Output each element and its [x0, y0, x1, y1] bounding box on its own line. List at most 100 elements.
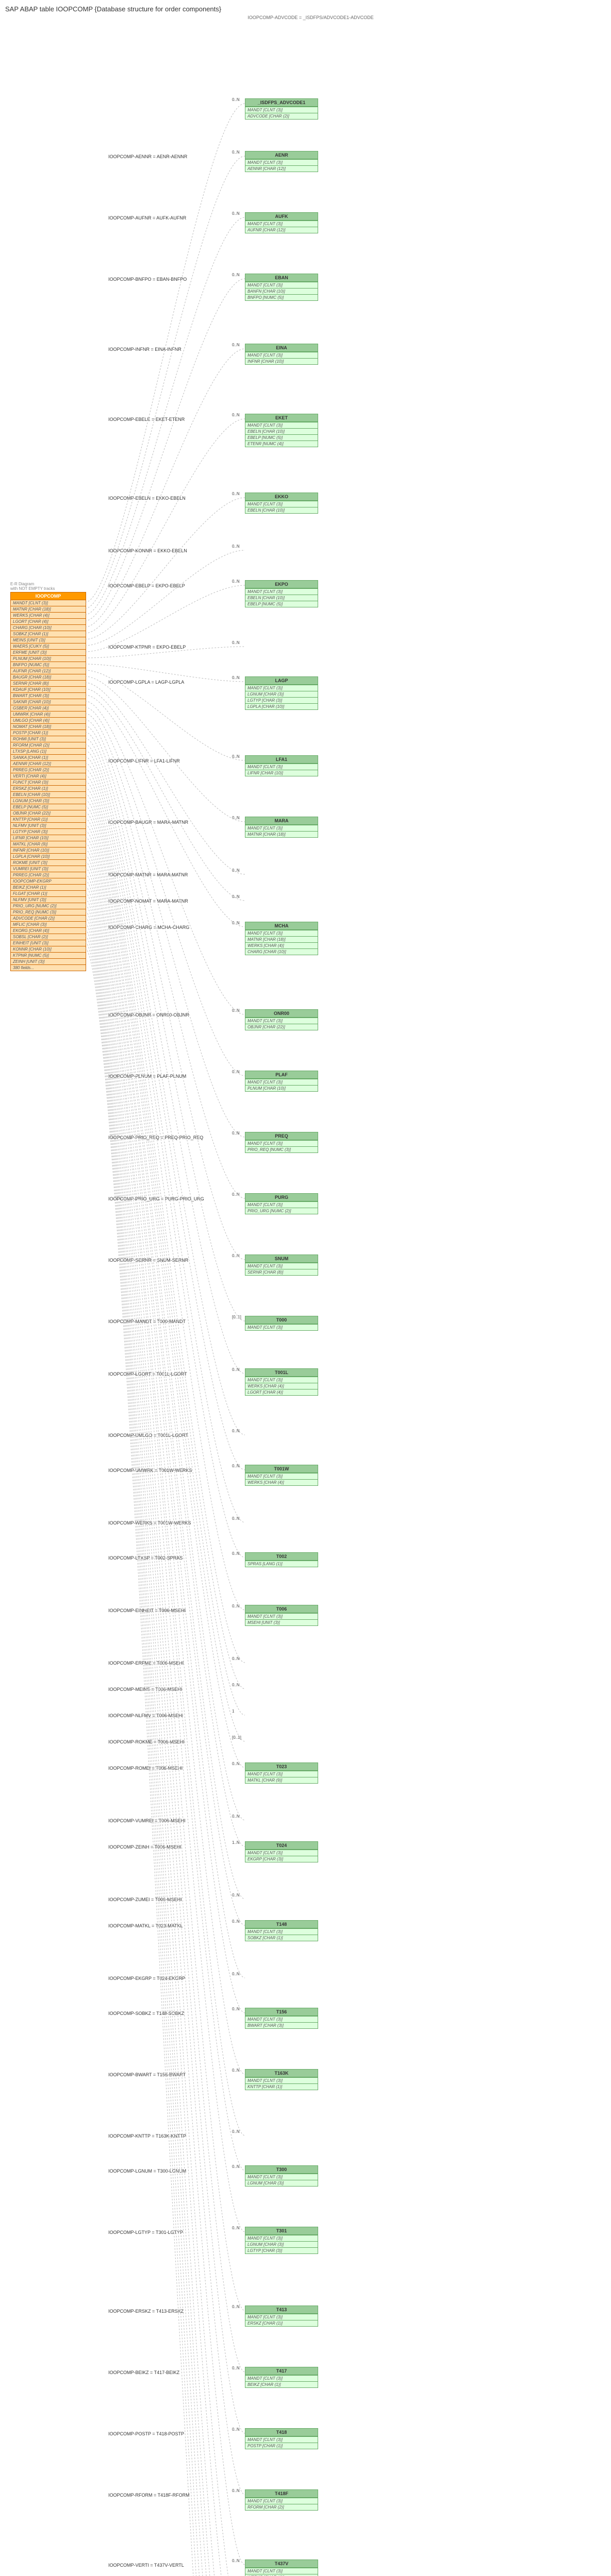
relation-label: IOOPCOMP-KONNR = EKKO-EBELN: [108, 548, 187, 553]
entity-header: T301: [245, 2227, 318, 2235]
entity-t301: T301MANDT [CLNT (3)]LGNUM [CHAR (3)]LGTY…: [245, 2227, 318, 2254]
entity-field: EBELP [NUMC (5)]: [245, 434, 318, 440]
entity-field: EKGRP [CHAR (3)]: [245, 1856, 318, 1862]
entity-field: CHARG [CHAR (10)]: [245, 948, 318, 955]
entity-eina: EINAMANDT [CLNT (3)]INFNR [CHAR (10)]: [245, 344, 318, 365]
entity-preq: PREQMANDT [CLNT (3)]PRIO_REQ [NUMC (3)]: [245, 1132, 318, 1153]
entity-field: PRIO_REQ [NUMC (3)]: [11, 909, 86, 915]
relation-label: IOOPCOMP-RFORM = T418F-RFORM: [108, 2493, 190, 2498]
cardinality-label: 0..N: [232, 921, 240, 925]
relation-label: IOOPCOMP-ZUMEI = T006-MSEHI: [108, 1897, 182, 1902]
entity-field: NLFMV [UNIT (3)]: [11, 896, 86, 903]
entity-field: ADVCODE [CHAR (2)]: [11, 915, 86, 921]
relation-label: IOOPCOMP-EINHEIT = T006-MSEHI: [108, 1608, 186, 1613]
cardinality-label: 0..N: [232, 675, 240, 680]
entity-field: MATKL [CHAR (9)]: [245, 1777, 318, 1783]
entity-field: MATNR [CHAR (18)]: [245, 936, 318, 942]
relation-label: IOOPCOMP-MANDT = T000-MANDT: [108, 1319, 186, 1324]
entity-field: AUFNR [CHAR (12)]: [245, 227, 318, 233]
relation-label: IOOPCOMP-AUFNR = AUFK-AUFNR: [108, 215, 186, 221]
cardinality-label: [0..1]: [232, 1315, 241, 1319]
entity-field: ADVCODE [CHAR (2)]: [245, 113, 318, 119]
entity-field: LIFNR [CHAR (10)]: [11, 835, 86, 841]
cardinality-label: 0..N: [232, 1192, 240, 1197]
entity-field: CHARG [CHAR (10)]: [11, 624, 86, 631]
cardinality-label: 0..N: [232, 2129, 240, 2134]
cardinality-label: 0..N: [232, 150, 240, 155]
cardinality-label: 0..N: [232, 816, 240, 820]
entity-field: KNTTP [CHAR (1)]: [11, 816, 86, 822]
entity-field: MANDT [CLNT (3)]: [245, 2436, 318, 2443]
entity-field: WERKS [CHAR (4)]: [245, 942, 318, 948]
entity-field: MANDT [CLNT (3)]: [245, 2016, 318, 2022]
entity-t006: T006MANDT [CLNT (3)]MSEHI [UNIT (3)]: [245, 1605, 318, 1626]
cardinality-label: 0..N: [232, 2427, 240, 2432]
entity-field: MANDT [CLNT (3)]: [245, 2077, 318, 2083]
relation-label: IOOPCOMP-ROMEI = T006-MSEHI: [108, 1766, 183, 1771]
entity-field: GSBER [CHAR (4)]: [11, 705, 86, 711]
entity-header: LFA1: [245, 756, 318, 764]
relation-label: IOOPCOMP-BWART = T156-BWART: [108, 2072, 186, 2077]
entity-field: UMWRK [CHAR (4)]: [11, 711, 86, 717]
entity-field: SANKA [CHAR (1)]: [11, 754, 86, 760]
entity-field: POSTP [CHAR (1)]: [11, 730, 86, 736]
entity-mcha: MCHAMANDT [CLNT (3)]MATNR [CHAR (18)]WER…: [245, 922, 318, 955]
cardinality-label: 0..N: [232, 1972, 240, 1976]
entity-field: BEIKZ [CHAR (1)]: [245, 2381, 318, 2387]
entity-header: T002: [245, 1553, 318, 1561]
entity-field: ROHMI [UNIT (3)]: [11, 736, 86, 742]
entity-field: LGPLA [CHAR (10)]: [245, 703, 318, 709]
diagram-watermark: E-R Diagramwith NOT EMPTY tracks: [10, 582, 55, 591]
cardinality-label: 0..N: [232, 2366, 240, 2370]
entity-field: WERKS [CHAR (4)]: [245, 1479, 318, 1485]
entity-onr00: ONR00MANDT [CLNT (3)]OBJNR [CHAR (22)]: [245, 1009, 318, 1030]
entity-field: PRREG [CHAR (2)]: [11, 872, 86, 878]
relation-label: IOOPCOMP-SOBKZ = T148-SOBKZ: [108, 2011, 184, 2016]
entity-field: LGTYP [CHAR (3)]: [245, 2247, 318, 2253]
cardinality-label: 0..N: [232, 2007, 240, 2011]
entity-field: MANDT [CLNT (3)]: [245, 159, 318, 165]
entity-t417: T417MANDT [CLNT (3)]BEIKZ [CHAR (1)]: [245, 2367, 318, 2388]
relation-label: IOOPCOMP-MEINS = T006-MSEHI: [108, 1687, 182, 1692]
entity-field: SERNR [CHAR (8)]: [11, 680, 86, 686]
entity-header: _ISDFPS_ADVCODE1: [245, 99, 318, 107]
entity-field: AENNR [CHAR (12)]: [11, 760, 86, 767]
entity-field: FLGAT [CHAR (1)]: [11, 890, 86, 896]
entity-header: LAGP: [245, 677, 318, 685]
cardinality-label: 0..N: [232, 343, 240, 347]
entity-header: EKET: [245, 414, 318, 422]
entity-field: MANDT [CLNT (3)]: [245, 1473, 318, 1479]
entity-field: MANDT [CLNT (3)]: [245, 1771, 318, 1777]
entity-field: MSEHI [UNIT (3)]: [245, 1619, 318, 1625]
entity-field: MANDT [CLNT (3)]: [245, 930, 318, 936]
entity-field: MANDT [CLNT (3)]: [245, 282, 318, 288]
entity-field: MANDT [CLNT (3)]: [11, 600, 86, 606]
entity-field: MANDT [CLNT (3)]: [245, 2314, 318, 2320]
cardinality-label: 0..N: [232, 1656, 240, 1661]
relation-label: IOOPCOMP-NOMAT = MARA-MATNR: [108, 899, 188, 904]
entity-field: MANDT [CLNT (3)]: [245, 1324, 318, 1330]
cardinality-label: 0..N: [232, 211, 240, 216]
entity-header: PLAF: [245, 1071, 318, 1079]
cardinality-label: 0..N: [232, 894, 240, 899]
entity-t418: T418MANDT [CLNT (3)]POSTP [CHAR (1)]: [245, 2428, 318, 2449]
entity-header: MARA: [245, 817, 318, 825]
entity-field: EKORG [CHAR (4)]: [11, 927, 86, 934]
entity-field: LGPLA [CHAR (10)]: [11, 853, 86, 859]
entity-field: EBELN [CHAR (10)]: [245, 428, 318, 434]
relation-label: IOOPCOMP-UMLGO = T001L-LGORT: [108, 1433, 188, 1438]
entity-header: T418F: [245, 2490, 318, 2498]
entity-field: OBJNR [CHAR (22)]: [245, 1024, 318, 1030]
entity-t437v: T437VMANDT [CLNT (3)]WERKS [CHAR (4)]VER…: [245, 2560, 318, 2576]
entity-header: AENR: [245, 151, 318, 159]
entity-field: MANDT [CLNT (3)]: [245, 588, 318, 595]
entity-field: MATNR [CHAR (18)]: [245, 831, 318, 837]
entity-header: AUFK: [245, 213, 318, 221]
entity-field: EINHEIT [UNIT (3)]: [11, 940, 86, 946]
entity-field: PLNUM [CHAR (10)]: [11, 655, 86, 662]
relation-label: IOOPCOMP-LGTYP = T301-LGTYP: [108, 2230, 183, 2235]
entity-field: 380 fields...: [11, 964, 86, 971]
entity-field: MANDT [CLNT (3)]: [245, 422, 318, 428]
entity-field: LIFNR [CHAR (10)]: [245, 770, 318, 776]
relation-label: IOOPCOMP-PRIO_REQ = PREQ-PRIO_REQ: [108, 1135, 203, 1140]
